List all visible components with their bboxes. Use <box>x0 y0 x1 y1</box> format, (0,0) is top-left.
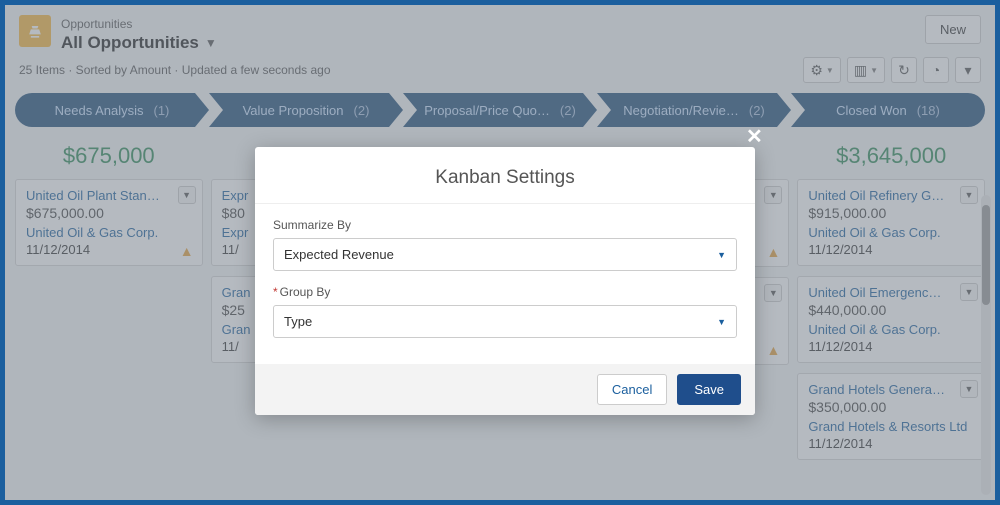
close-icon[interactable]: ✕ <box>746 124 763 149</box>
modal-title: Kanban Settings <box>255 147 755 204</box>
group-by-label: *Group By <box>273 285 737 299</box>
app-frame: Opportunities All Opportunities ▼ New 25… <box>0 0 1000 505</box>
save-button[interactable]: Save <box>677 374 741 405</box>
chevron-down-icon: ▼ <box>717 250 726 260</box>
kanban-settings-modal: Kanban Settings Summarize By Expected Re… <box>255 147 755 415</box>
chevron-down-icon: ▼ <box>717 317 726 327</box>
cancel-button[interactable]: Cancel <box>597 374 667 405</box>
summarize-by-select[interactable]: Expected Revenue ▼ <box>273 238 737 271</box>
group-by-select[interactable]: Type ▼ <box>273 305 737 338</box>
summarize-by-label: Summarize By <box>273 218 737 232</box>
